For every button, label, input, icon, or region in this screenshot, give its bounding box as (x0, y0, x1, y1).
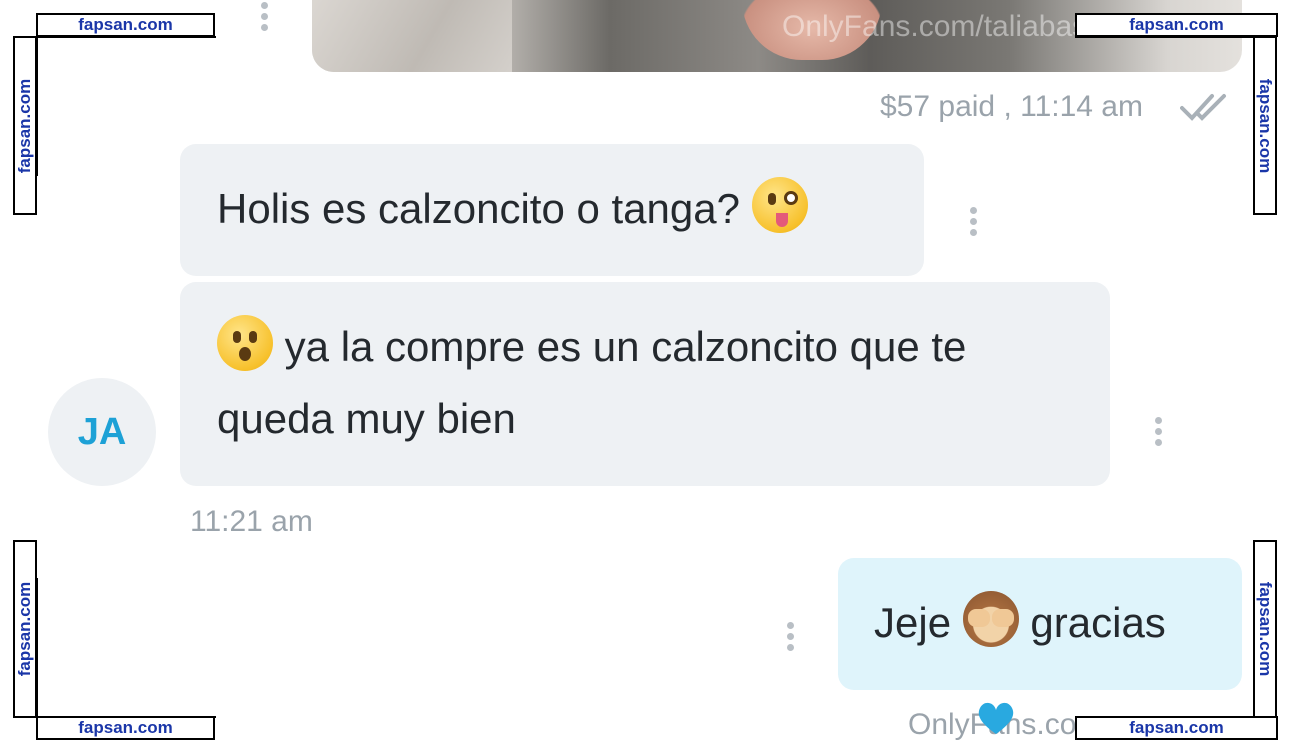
more-vertical-icon[interactable] (785, 622, 795, 651)
avatar[interactable]: JA (48, 378, 156, 486)
incoming-message-text: Holis es calzoncito o tanga? (217, 185, 740, 232)
heart-icon[interactable] (976, 700, 1016, 736)
incoming-message-text-line1: ya la compre es un calzoncito que te (284, 323, 967, 370)
double-check-icon (1180, 94, 1226, 121)
watermark-top-left: fapsan.com (36, 13, 215, 37)
surprised-face-emoji (217, 315, 273, 371)
outgoing-text-part1: Jeje (874, 599, 952, 646)
message-timestamp: 11:21 am (190, 505, 313, 538)
watermark-right-upper: fapsan.com (1253, 36, 1277, 215)
watermark-left-lower: fapsan.com (13, 540, 37, 718)
outgoing-text-part2: gracias (1030, 599, 1166, 646)
watermark-bottom-left: fapsan.com (36, 716, 215, 740)
winking-tongue-emoji (751, 177, 808, 233)
incoming-message-bubble[interactable]: ya la compre es un calzoncito que te que… (180, 282, 1110, 486)
watermark-bottom-right: fapsan.com (1075, 716, 1278, 740)
more-vertical-icon[interactable] (259, 2, 269, 31)
paid-status: $57 paid , 11:14 am (880, 90, 1143, 123)
outgoing-message-bubble[interactable]: Jeje gracias (838, 558, 1242, 690)
see-no-evil-monkey-emoji (962, 591, 1019, 647)
watermark-left-upper: fapsan.com (13, 36, 37, 215)
more-vertical-icon[interactable] (1153, 417, 1163, 446)
incoming-message-bubble[interactable]: Holis es calzoncito o tanga? (180, 144, 924, 276)
incoming-message-text-line2: queda muy bien (217, 395, 516, 442)
watermark-top-right: fapsan.com (1075, 13, 1278, 37)
media-sock-area (312, 0, 512, 72)
more-vertical-icon[interactable] (968, 207, 978, 236)
watermark-right-lower: fapsan.com (1253, 540, 1277, 718)
